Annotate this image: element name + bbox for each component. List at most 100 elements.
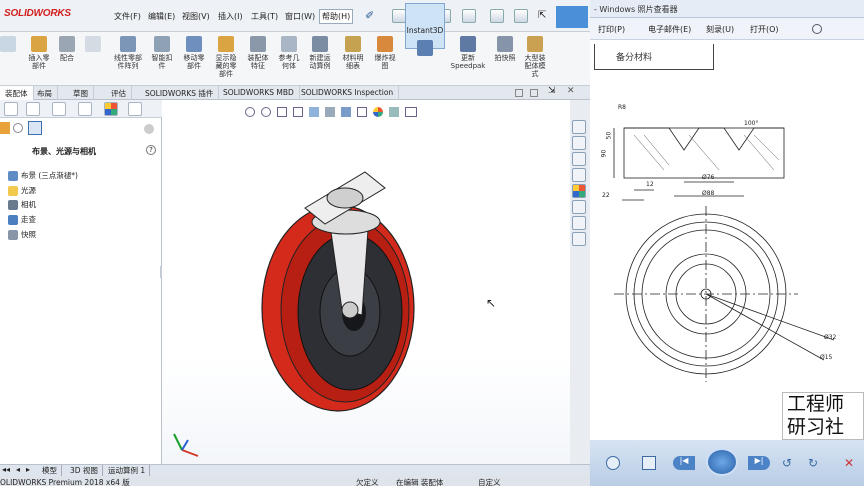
zoom-fit-icon[interactable] (245, 107, 255, 117)
home-icon[interactable] (392, 9, 406, 23)
property-manager-tab[interactable] (26, 102, 40, 116)
resources-tab[interactable] (572, 120, 586, 134)
zoom-area-icon[interactable] (261, 107, 271, 117)
tab-addins[interactable]: SOLIDWORKS 插件 (140, 86, 220, 100)
zoom-icon[interactable] (606, 456, 620, 470)
configuration-manager-tab[interactable] (52, 102, 66, 116)
smart-fasteners-button[interactable]: 智能扣 件 (147, 36, 177, 70)
scroll-first-icon[interactable]: ◂◂ (2, 465, 10, 474)
appearances-tab[interactable] (572, 184, 586, 198)
cam-tab[interactable] (128, 102, 142, 116)
solidworks-community-tab[interactable] (572, 232, 586, 246)
select-icon[interactable]: ⇱ (538, 10, 546, 21)
dimxpert-tab[interactable] (78, 102, 92, 116)
watermark: 工程师 研习社 (782, 392, 864, 440)
menu-window[interactable]: 窗口(W) (285, 11, 315, 22)
menu-help[interactable]: 帮助(H) (319, 9, 354, 24)
tree-item-snapshot[interactable]: 快照 (8, 229, 36, 240)
assembly-features-button[interactable]: 装配体 特征 (243, 36, 273, 70)
caster-wheel-model[interactable] (250, 170, 430, 440)
show-hidden-components-button[interactable]: 显示隐 藏的零 部件 (211, 36, 241, 78)
feature-tree-tab[interactable] (4, 102, 18, 116)
view-orientation-icon[interactable] (325, 107, 335, 117)
expand-icon[interactable]: ⇲ (548, 86, 556, 96)
linear-pattern-button[interactable]: 线性零部 件阵列 (109, 36, 147, 70)
reference-geometry-button[interactable]: 参考几 何体 (274, 36, 304, 70)
menu-burn[interactable]: 刻录(U) (706, 24, 734, 35)
custom-properties-tab[interactable] (572, 200, 586, 214)
previous-image-button[interactable]: |◀ (673, 456, 695, 470)
menu-file[interactable]: 文件(F) (114, 11, 141, 22)
scroll-prev-icon[interactable]: ◂ (16, 465, 20, 474)
actual-size-icon[interactable] (642, 456, 656, 470)
filter-icon[interactable] (144, 124, 154, 134)
tree-item-walkthrough[interactable]: 走查 (8, 214, 36, 225)
move-component-button[interactable]: 移动零 部件 (179, 36, 209, 70)
rotate-right-icon[interactable]: ↻ (808, 456, 818, 470)
insert-component-button[interactable]: 插入零 部件 (24, 36, 54, 70)
dim-88: Ø88 (702, 190, 715, 197)
tree-item-lights[interactable]: 光源 (8, 185, 36, 196)
menu-open[interactable]: 打开(O) (750, 24, 779, 35)
close-document-icon[interactable]: ✕ (567, 86, 575, 96)
restore-icon[interactable] (515, 89, 523, 97)
tab-3d-view[interactable]: 3D 视图 (66, 465, 103, 476)
design-library-tab[interactable] (572, 136, 586, 150)
options-button[interactable] (556, 6, 588, 28)
view-palette-tab[interactable] (572, 168, 586, 182)
status-units[interactable]: 自定义 (478, 477, 501, 488)
bill-of-materials-button[interactable]: 材料明 细表 (338, 36, 368, 70)
print-icon[interactable] (490, 9, 504, 23)
help-icon[interactable]: ? (146, 145, 156, 155)
tab-inspection[interactable]: SOLIDWORKS Inspection (296, 86, 400, 100)
menu-insert[interactable]: 插入(I) (218, 11, 243, 22)
appearance-icon[interactable] (0, 122, 10, 134)
component-preview-button[interactable] (78, 36, 108, 54)
next-image-button[interactable]: ▶| (748, 456, 770, 470)
edit-component-button[interactable] (0, 36, 22, 54)
previous-view-icon[interactable] (277, 107, 287, 117)
tree-item-scene[interactable]: 布景 (三点渐褪*) (8, 170, 78, 181)
display-manager-tab[interactable] (104, 102, 118, 116)
take-snapshot-button[interactable]: 拍快照 (490, 36, 520, 62)
tab-model[interactable]: 模型 (38, 465, 62, 476)
menu-print[interactable]: 打印(P) (598, 24, 625, 35)
delete-icon[interactable]: ✕ (844, 456, 854, 470)
view-settings-icon[interactable] (405, 107, 417, 117)
slideshow-button[interactable] (706, 448, 738, 476)
section-view-icon[interactable] (293, 107, 303, 117)
instant3d-icon (417, 40, 433, 56)
tab-layout[interactable]: 布局 (32, 86, 58, 100)
tab-mbd[interactable]: SOLIDWORKS MBD (218, 86, 300, 100)
exploded-view-button[interactable]: 爆炸视 图 (370, 36, 400, 70)
undo-icon[interactable] (514, 9, 528, 23)
hide-show-items-icon[interactable] (357, 107, 367, 117)
tab-assembly[interactable]: 装配体 (0, 86, 34, 100)
tab-evaluate[interactable]: 评估 (106, 86, 132, 100)
rotate-left-icon[interactable]: ↺ (782, 456, 792, 470)
menu-tools[interactable]: 工具(T) (251, 11, 278, 22)
save-icon[interactable] (462, 9, 476, 23)
decal-icon[interactable] (13, 123, 23, 133)
dynamic-annotation-icon[interactable] (309, 107, 319, 117)
menu-email[interactable]: 电子邮件(E) (648, 24, 691, 35)
scroll-next-icon[interactable]: ▸ (26, 465, 30, 474)
tab-motion-study[interactable]: 运动算例 1 (104, 465, 151, 476)
menu-edit[interactable]: 编辑(E) (148, 11, 175, 22)
apply-scene-icon[interactable] (389, 107, 399, 117)
watermark-line-1: 工程师 (787, 393, 845, 415)
tree-item-cameras[interactable]: 相机 (8, 199, 36, 210)
display-style-icon[interactable] (341, 107, 351, 117)
new-motion-study-button[interactable]: 新建运 动算例 (305, 36, 335, 70)
edit-appearance-icon[interactable] (373, 107, 383, 117)
help-icon[interactable] (812, 24, 822, 34)
update-speedpak-button[interactable]: 更新 Speedpak (448, 36, 488, 70)
tile-icon[interactable] (530, 89, 538, 97)
forum-tab[interactable] (572, 216, 586, 230)
menu-view[interactable]: 视图(V) (182, 11, 210, 22)
scene-lights-cameras-icon[interactable] (28, 121, 42, 135)
file-explorer-tab[interactable] (572, 152, 586, 166)
large-assembly-mode-button[interactable]: 大型装 配体模 式 (520, 36, 550, 78)
tab-sketch[interactable]: 草图 (68, 86, 94, 100)
pin-icon[interactable]: ✐ (365, 9, 374, 22)
